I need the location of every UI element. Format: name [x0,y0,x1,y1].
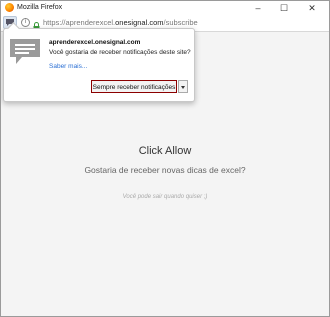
window-title: Mozilla Firefox [17,4,63,11]
firefox-logo-icon [5,3,14,12]
learn-more-link[interactable]: Saber mais... [49,63,87,70]
chevron-down-icon [181,86,185,89]
popup-site-host: aprenderexcel.onesignal.com [49,39,141,46]
popup-question: Você gostaria de receber notificações de… [49,49,191,56]
url-host: onesignal.com [115,18,164,27]
minimize-button[interactable]: – [247,1,269,15]
browser-window: Mozilla Firefox – ☐ ✕ i https://aprender… [0,0,330,317]
title-bar: Mozilla Firefox – ☐ ✕ [1,1,329,15]
chat-bubble-icon [10,39,40,70]
page-subheading: Gostaria de receber novas dicas de excel… [84,165,246,175]
maximize-button[interactable]: ☐ [273,1,295,15]
url-prefix: https://aprenderexcel. [43,18,116,27]
notification-permission-popup: aprenderexcel.onesignal.com Você gostari… [3,22,195,102]
info-icon[interactable]: i [21,18,30,27]
allow-notifications-button[interactable]: Sempre receber notificações [91,80,177,93]
allow-options-dropdown[interactable] [178,80,188,93]
close-button[interactable]: ✕ [301,1,323,15]
url-path: /subscribe [163,18,198,27]
page-heading: Click Allow [138,145,192,157]
url-bar[interactable]: https://aprenderexcel.onesignal.com/subs… [43,17,198,28]
page-hint: Você pode sair quando quiser ;) [122,194,208,200]
